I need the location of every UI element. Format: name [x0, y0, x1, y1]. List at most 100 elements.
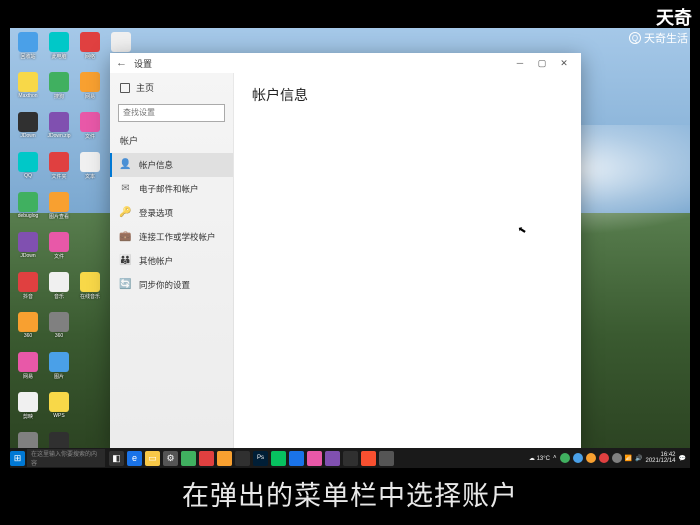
tray-icon[interactable]: [599, 453, 609, 463]
tray-icon[interactable]: [612, 453, 622, 463]
app-icon[interactable]: [199, 451, 214, 466]
settings-nav: 👤帐户信息 ✉ 电子邮件和帐户 🔑 登录选项 💼 连接工作或学校帐户 👪 其他帐户 🔄同步你的设置: [110, 153, 233, 297]
desktop-icon[interactable]: [76, 192, 104, 230]
system-tray[interactable]: ☁ 13°C ˄ 📶 🔊 16:42 2021/12/14 💬: [529, 452, 690, 464]
app-icon[interactable]: [361, 451, 376, 466]
settings-content: 帐户信息: [234, 73, 581, 448]
home-link[interactable]: 主页: [110, 77, 233, 98]
tray-icon[interactable]: [586, 453, 596, 463]
desktop-icon[interactable]: 网易: [76, 72, 104, 110]
start-button[interactable]: ⊞: [10, 451, 25, 466]
search-input[interactable]: [118, 104, 225, 122]
nav-item-5[interactable]: 🔄同步你的设置: [110, 273, 233, 297]
desktop-icon[interactable]: 360: [45, 312, 73, 350]
desktop-icon[interactable]: 回收站: [14, 32, 42, 70]
app-icon[interactable]: [235, 451, 250, 466]
minimize-button[interactable]: ─: [509, 54, 531, 72]
desktop-icon[interactable]: 图片: [45, 352, 73, 390]
video-subtitle: 在弹出的菜单栏中选择账户: [0, 474, 700, 513]
nav-label: 电子邮件和帐户: [139, 183, 199, 195]
desktop-icon[interactable]: 360: [14, 312, 42, 350]
desktop-icon[interactable]: 文本: [76, 152, 104, 190]
app-icon[interactable]: [217, 451, 232, 466]
desktop-icon[interactable]: 文件: [76, 112, 104, 150]
desktop-icon[interactable]: JDown: [14, 112, 42, 150]
watermark-text: 天奇生活: [644, 30, 688, 46]
desktop-icon[interactable]: [76, 232, 104, 270]
nav-icon: 💼: [120, 231, 131, 242]
page-title: 帐户信息: [252, 85, 563, 105]
desktop-icon[interactable]: 文件夹: [45, 152, 73, 190]
nav-label: 同步你的设置: [139, 279, 190, 291]
search-container: [118, 102, 225, 122]
desktop-icon[interactable]: QQ: [14, 152, 42, 190]
desktop-icon[interactable]: 音乐: [45, 272, 73, 310]
back-button[interactable]: ←: [116, 57, 130, 69]
volume-icon[interactable]: 🔊: [635, 455, 642, 462]
desktop-icon[interactable]: Maxthon: [14, 72, 42, 110]
wechat-icon[interactable]: [271, 451, 286, 466]
nav-label: 登录选项: [139, 207, 173, 219]
desktop-icon[interactable]: debuglog: [14, 192, 42, 230]
app-icon[interactable]: [325, 451, 340, 466]
notification-icon[interactable]: 💬: [679, 455, 686, 462]
task-view-icon[interactable]: ◧: [109, 451, 124, 466]
app-icon[interactable]: [289, 451, 304, 466]
desktop-icon[interactable]: 网易: [14, 352, 42, 390]
desktop-icon[interactable]: JDown.zip: [45, 112, 73, 150]
desktop-icon[interactable]: 此电脑: [45, 32, 73, 70]
nav-icon: ✉: [120, 183, 131, 194]
taskbar-search[interactable]: 在这里输入你要搜索的内容: [27, 449, 105, 467]
app-icon[interactable]: Ps: [253, 451, 268, 466]
app-icon[interactable]: [307, 451, 322, 466]
tray-chevron[interactable]: ˄: [553, 455, 557, 461]
nav-label: 连接工作或学校帐户: [139, 231, 216, 243]
taskbar-apps: ◧ e ▭ ⚙ Ps: [109, 451, 394, 466]
close-button[interactable]: ✕: [553, 54, 575, 72]
edge-icon[interactable]: e: [127, 451, 142, 466]
nav-label: 其他帐户: [139, 255, 173, 267]
taskbar[interactable]: ⊞ 在这里输入你要搜索的内容 ◧ e ▭ ⚙ Ps ☁ 13°C ˄: [10, 448, 690, 468]
nav-item-3[interactable]: 💼 连接工作或学校帐户: [110, 225, 233, 249]
nav-item-1[interactable]: ✉ 电子邮件和帐户: [110, 177, 233, 201]
app-icon[interactable]: [343, 451, 358, 466]
home-icon: [120, 83, 130, 93]
tray-icon[interactable]: [560, 453, 570, 463]
desktop-icon[interactable]: 在线音乐: [76, 272, 104, 310]
app-icon[interactable]: [181, 451, 196, 466]
desktop-icon[interactable]: 抖音: [14, 272, 42, 310]
nav-item-4[interactable]: 👪 其他帐户: [110, 249, 233, 273]
nav-icon: 👤: [120, 159, 131, 170]
app-icon[interactable]: [379, 451, 394, 466]
desktop-icon[interactable]: [76, 392, 104, 430]
desktop-icon[interactable]: 网络: [76, 32, 104, 70]
network-icon[interactable]: 📶: [625, 455, 632, 462]
settings-window: ← 设置 ─ ▢ ✕ 主页 帐户 👤帐户信息✉电子邮件和帐户🔑登录选项💼连接工作…: [110, 53, 581, 448]
desktop-icon[interactable]: 搜狗: [45, 72, 73, 110]
nav-icon: 👪: [120, 255, 131, 266]
desktop-screen: 回收站此电脑网络控制面板Maxthon搜狗网易360JDownJDown.zip…: [10, 28, 690, 468]
window-titlebar[interactable]: ← 设置 ─ ▢ ✕: [110, 53, 581, 73]
desktop-icon[interactable]: [76, 352, 104, 390]
clock[interactable]: 16:42 2021/12/14: [645, 452, 675, 464]
window-title: 设置: [134, 57, 152, 70]
maximize-button[interactable]: ▢: [531, 54, 553, 72]
nav-icon: 🔑: [120, 207, 131, 218]
settings-sidebar: 主页 帐户 👤帐户信息✉电子邮件和帐户🔑登录选项💼连接工作或学校帐户👪其他帐户🔄…: [110, 73, 234, 448]
desktop-icon[interactable]: 图片查看: [45, 192, 73, 230]
settings-icon[interactable]: ⚙: [163, 451, 178, 466]
desktop-icon[interactable]: 文件: [45, 232, 73, 270]
explorer-icon[interactable]: ▭: [145, 451, 160, 466]
desktop-icon[interactable]: WPS: [45, 392, 73, 430]
weather-widget[interactable]: ☁ 13°C: [529, 455, 550, 462]
watermark-sub: Q 天奇生活: [629, 30, 688, 46]
nav-item-2[interactable]: 🔑 登录选项: [110, 201, 233, 225]
desktop-icon[interactable]: [76, 312, 104, 350]
home-label: 主页: [136, 81, 154, 94]
letterbox-top: [0, 0, 700, 28]
desktop-icon[interactable]: 剪映: [14, 392, 42, 430]
watermark-icon: Q: [629, 32, 641, 44]
nav-item-0[interactable]: 👤帐户信息: [110, 153, 233, 177]
tray-icon[interactable]: [573, 453, 583, 463]
desktop-icon[interactable]: JDown: [14, 232, 42, 270]
